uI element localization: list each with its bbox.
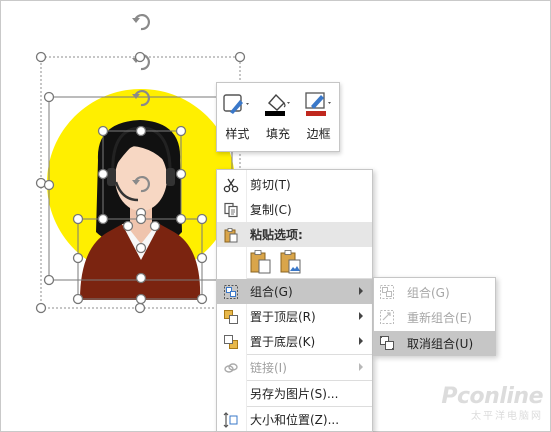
resize-handle[interactable] <box>135 272 147 284</box>
group-objects-icon <box>222 283 239 300</box>
send-to-back-icon <box>222 333 239 350</box>
watermark-sub: 太平洋电脑网 <box>471 411 543 422</box>
fill-label: 填充 <box>265 127 290 141</box>
style-label: 样式 <box>225 127 250 141</box>
submenu-item-ungroup[interactable]: 取消组合(U) <box>374 331 495 355</box>
copy-icon <box>222 201 239 218</box>
paste-keep-formatting-icon[interactable] <box>249 249 273 275</box>
resize-handle[interactable] <box>97 125 109 137</box>
resize-handle[interactable] <box>43 91 55 103</box>
resize-handle[interactable] <box>175 168 187 180</box>
submenu-arrow-icon <box>359 287 363 295</box>
ungroup-icon <box>379 335 396 352</box>
submenu-label-ungroup: 取消组合(U) <box>407 336 474 351</box>
group-submenu: 组合(G) 重新组合(E) 取消组合(U) <box>373 277 496 356</box>
paste-as-picture-icon[interactable] <box>279 249 303 275</box>
menu-label-group: 组合(G) <box>250 285 293 299</box>
submenu-arrow-icon <box>359 337 363 345</box>
mini-toolbar: 样式 填充 边框 <box>216 82 340 152</box>
context-menu: 剪切(T) 复制(C) 粘贴选项: 组合(G) 置于顶层(R) 置于底层(K) … <box>216 169 373 432</box>
border-pen-icon <box>304 91 334 117</box>
resize-handle[interactable] <box>97 213 109 225</box>
resize-handle[interactable] <box>135 242 147 254</box>
link-icon <box>222 359 239 376</box>
menu-label-link: 链接(I) <box>250 361 287 375</box>
submenu-label-regroup: 重新组合(E) <box>407 310 472 325</box>
resize-handle[interactable] <box>134 51 146 63</box>
menu-label-save-as-picture: 另存为图片(S)... <box>250 387 339 401</box>
submenu-label-group: 组合(G) <box>407 285 450 300</box>
shape-style-icon <box>222 91 252 117</box>
menu-item-link[interactable]: 链接(I) <box>217 355 372 380</box>
bring-to-front-icon <box>222 308 239 325</box>
menu-item-size-position[interactable]: 大小和位置(Z)... <box>217 407 372 431</box>
resize-handle[interactable] <box>35 51 47 63</box>
resize-handle[interactable] <box>196 252 208 264</box>
watermark-brand: Pconline <box>441 384 543 409</box>
resize-handle[interactable] <box>134 302 146 314</box>
resize-handle[interactable] <box>135 293 147 305</box>
resize-handle[interactable] <box>196 293 208 305</box>
resize-handle[interactable] <box>175 213 187 225</box>
resize-handle[interactable] <box>234 51 246 63</box>
size-position-icon <box>222 411 239 428</box>
headset-earpiece-right <box>166 168 175 186</box>
menu-label-copy: 复制(C) <box>250 203 292 217</box>
menu-item-copy[interactable]: 复制(C) <box>217 197 372 222</box>
paste-icon <box>222 226 239 243</box>
resize-handle[interactable] <box>72 252 84 264</box>
resize-handle[interactable] <box>72 293 84 305</box>
fill-bucket-icon <box>263 91 293 117</box>
paste-options-row <box>217 247 372 278</box>
resize-handle[interactable] <box>135 125 147 137</box>
resize-handle[interactable] <box>149 220 161 232</box>
menu-label-bring-to-front: 置于顶层(R) <box>250 310 316 324</box>
menu-item-save-as-picture[interactable]: 另存为图片(S)... <box>217 381 372 406</box>
group-icon <box>379 284 396 301</box>
menu-label-send-to-back: 置于底层(K) <box>250 335 316 349</box>
menu-header-paste-options: 粘贴选项: <box>217 222 372 247</box>
watermark-logo: Pconline 太平洋电脑网 <box>441 384 543 422</box>
menu-item-bring-to-front[interactable]: 置于顶层(R) <box>217 304 372 329</box>
menu-label-size-position: 大小和位置(Z)... <box>250 413 340 427</box>
resize-handle[interactable] <box>97 168 109 180</box>
fill-button[interactable]: 填充 <box>260 91 296 142</box>
resize-handle[interactable] <box>122 220 134 232</box>
border-button[interactable]: 边框 <box>301 91 337 142</box>
menu-label-paste-options: 粘贴选项: <box>250 228 303 242</box>
headset-earpiece-left <box>107 168 116 186</box>
resize-handle[interactable] <box>72 213 84 225</box>
regroup-icon <box>379 309 396 326</box>
border-label: 边框 <box>306 127 331 141</box>
resize-handle[interactable] <box>43 274 55 286</box>
style-button[interactable]: 样式 <box>219 91 255 142</box>
menu-item-group[interactable]: 组合(G) <box>217 279 372 304</box>
submenu-item-regroup[interactable]: 重新组合(E) <box>374 305 495 329</box>
menu-item-cut[interactable]: 剪切(T) <box>217 172 372 197</box>
submenu-item-group[interactable]: 组合(G) <box>374 280 495 304</box>
resize-handle[interactable] <box>135 213 147 225</box>
rotate-handle-icon[interactable] <box>132 14 150 31</box>
resize-handle[interactable] <box>196 213 208 225</box>
menu-item-send-to-back[interactable]: 置于底层(K) <box>217 329 372 354</box>
menu-label-cut: 剪切(T) <box>250 178 291 192</box>
submenu-arrow-icon <box>359 312 363 320</box>
resize-handle[interactable] <box>43 179 55 191</box>
scissors-icon <box>222 176 239 193</box>
resize-handle[interactable] <box>175 125 187 137</box>
resize-handle[interactable] <box>35 302 47 314</box>
submenu-arrow-icon <box>359 363 363 371</box>
